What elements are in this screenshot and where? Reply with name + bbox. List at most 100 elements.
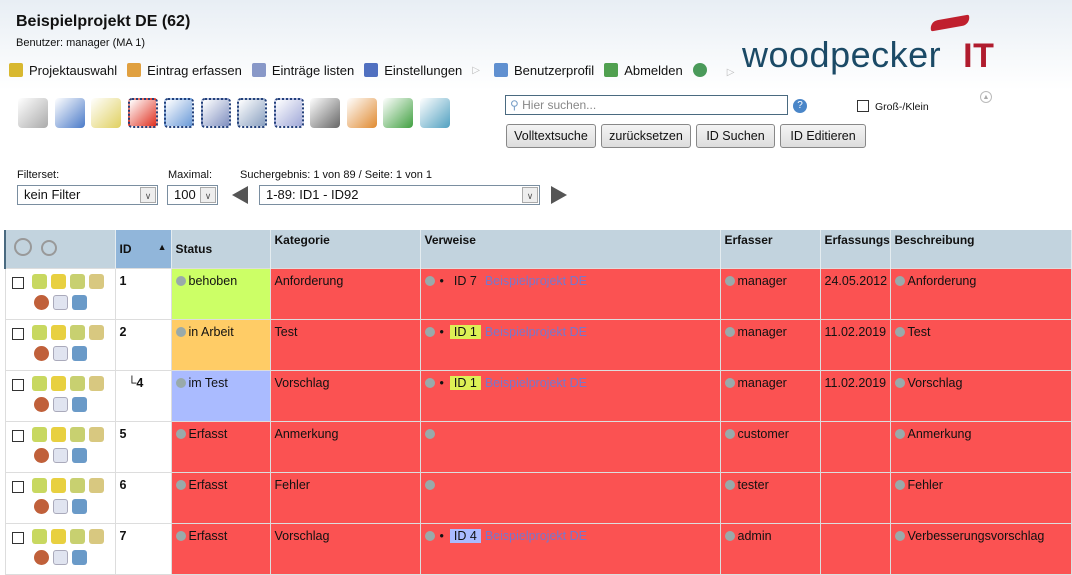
mail-icon[interactable] xyxy=(52,396,68,412)
mailbox-icon[interactable] xyxy=(310,98,340,128)
table-row[interactable]: 5 Erfasst Anmerkung customer Anmerkung xyxy=(4,420,1072,473)
reference-project-link[interactable]: Beispielprojekt DE xyxy=(485,325,587,339)
print-icon[interactable] xyxy=(71,549,87,565)
row-checkbox[interactable] xyxy=(11,327,24,340)
print-icon[interactable] xyxy=(71,345,87,361)
reference-project-link[interactable]: Beispielprojekt DE xyxy=(485,376,587,390)
print-icon[interactable] xyxy=(71,294,87,310)
filterset-select[interactable]: kein Filter ∨ xyxy=(17,185,158,205)
assign-user-icon[interactable] xyxy=(33,447,49,463)
table-row[interactable]: 2 in Arbeit Test • ID 1 Beispielprojekt DE… xyxy=(4,318,1072,371)
column-verweise[interactable]: Verweise xyxy=(420,230,721,268)
chart-icon[interactable] xyxy=(419,98,450,128)
add-child-icon[interactable] xyxy=(50,324,66,340)
row-checkbox[interactable] xyxy=(11,378,24,391)
attach-icon[interactable] xyxy=(164,98,194,128)
reference-icon[interactable] xyxy=(424,479,435,490)
reference-icon[interactable] xyxy=(424,428,435,439)
reference-project-link[interactable]: Beispielprojekt DE xyxy=(485,529,587,543)
refresh-icon[interactable] xyxy=(41,240,58,257)
copy-entry-icon[interactable] xyxy=(69,273,85,289)
mail-icon[interactable] xyxy=(273,98,304,128)
help-icon[interactable]: ? xyxy=(793,99,807,113)
table-row[interactable]: 1 behoben Anforderung • ID 7 Beispielproje… xyxy=(4,267,1072,320)
print-icon[interactable] xyxy=(71,396,87,412)
row-id[interactable]: 7 xyxy=(114,522,172,575)
id-search-button[interactable]: ID Suchen xyxy=(696,124,775,148)
menu-item-projektauswahl[interactable]: Projektauswahl xyxy=(9,63,117,78)
edit-icon[interactable] xyxy=(31,324,47,340)
column-beschreibung[interactable]: Beschreibung xyxy=(890,230,1072,268)
view-icon[interactable] xyxy=(88,273,104,289)
fulltext-search-button[interactable]: Volltextsuche xyxy=(506,124,596,148)
row-checkbox[interactable] xyxy=(11,531,24,544)
mail-icon[interactable] xyxy=(52,498,68,514)
delete-icon[interactable] xyxy=(127,98,158,128)
view-icon[interactable] xyxy=(88,426,104,442)
column-id[interactable]: ID ▲ xyxy=(115,230,172,268)
assign-user-icon[interactable] xyxy=(33,396,49,412)
assign-user-icon[interactable] xyxy=(33,294,49,310)
add-child-icon[interactable] xyxy=(50,426,66,442)
menu-item-benutzerprofil[interactable]: Benutzerprofil xyxy=(493,63,594,78)
menu-item-einstellungen[interactable]: Einstellungen xyxy=(364,63,462,78)
column-status[interactable]: Status xyxy=(171,230,271,268)
reference-icon[interactable] xyxy=(424,530,435,541)
column-erfasser[interactable]: Erfasser xyxy=(720,230,821,268)
prev-page-button[interactable] xyxy=(232,186,248,204)
edit-icon[interactable] xyxy=(31,273,47,289)
row-id[interactable]: 5 xyxy=(114,420,172,473)
view-icon[interactable] xyxy=(88,375,104,391)
print-icon[interactable] xyxy=(237,98,267,128)
row-id[interactable]: 1 xyxy=(114,267,172,320)
add-child-icon[interactable] xyxy=(50,375,66,391)
row-checkbox[interactable] xyxy=(11,276,24,289)
range-select[interactable]: 1-89: ID1 - ID92 ∨ xyxy=(259,185,540,205)
reference-icon[interactable] xyxy=(424,326,435,337)
menu-item-eintrag-erfassen[interactable]: Eintrag erfassen xyxy=(127,63,242,78)
table-row[interactable]: 6 Erfasst Fehler tester Fehler xyxy=(4,471,1072,524)
edit-icon[interactable] xyxy=(91,98,121,128)
copy-entry-icon[interactable] xyxy=(69,324,85,340)
edit-icon[interactable] xyxy=(31,426,47,442)
reference-icon[interactable] xyxy=(424,275,435,286)
column-erfassungsdatum[interactable]: Erfassungs xyxy=(820,230,891,268)
edit-icon[interactable] xyxy=(31,528,47,544)
reference-id[interactable]: ID 1 xyxy=(449,324,481,339)
edit-icon[interactable] xyxy=(31,375,47,391)
print-icon[interactable] xyxy=(71,447,87,463)
row-id[interactable]: 2 xyxy=(114,318,172,371)
reference-id[interactable]: ID 1 xyxy=(449,375,481,390)
add-child-icon[interactable] xyxy=(50,273,66,289)
column-kategorie[interactable]: Kategorie xyxy=(270,230,421,268)
view-icon[interactable] xyxy=(88,324,104,340)
mail-icon[interactable] xyxy=(52,345,68,361)
edit-icon[interactable] xyxy=(31,477,47,493)
reference-id[interactable]: ID 4 xyxy=(449,528,481,543)
copy-entry-icon[interactable] xyxy=(69,477,85,493)
menu-item-abmelden[interactable]: Abmelden xyxy=(604,63,683,78)
assign-user-icon[interactable] xyxy=(33,549,49,565)
table-row[interactable]: └4 im Test Vorschlag • ID 1 Beispielprojek… xyxy=(4,369,1072,422)
copy-icon[interactable] xyxy=(200,98,231,128)
globe-icon[interactable] xyxy=(692,63,707,77)
filter-icon[interactable] xyxy=(18,98,48,128)
check-all-icon[interactable] xyxy=(14,238,32,257)
copy-entry-icon[interactable] xyxy=(69,528,85,544)
add-child-icon[interactable] xyxy=(50,528,66,544)
add-child-icon[interactable] xyxy=(50,477,66,493)
reference-id[interactable]: ID 7 xyxy=(450,274,481,288)
select-icon[interactable] xyxy=(54,98,85,128)
assign-user-icon[interactable] xyxy=(33,498,49,514)
print-icon[interactable] xyxy=(71,498,87,514)
menu-item-einträge-listen[interactable]: Einträge listen xyxy=(251,63,354,78)
reset-button[interactable]: zurücksetzen xyxy=(601,124,691,148)
view-icon[interactable] xyxy=(88,528,104,544)
row-id[interactable]: 6 xyxy=(114,471,172,524)
max-select[interactable]: 100 ∨ xyxy=(167,185,218,205)
reference-project-link[interactable]: Beispielprojekt DE xyxy=(485,274,587,288)
row-checkbox[interactable] xyxy=(11,429,24,442)
import-icon[interactable] xyxy=(346,98,377,128)
row-checkbox[interactable] xyxy=(11,480,24,493)
case-checkbox[interactable] xyxy=(857,100,869,112)
